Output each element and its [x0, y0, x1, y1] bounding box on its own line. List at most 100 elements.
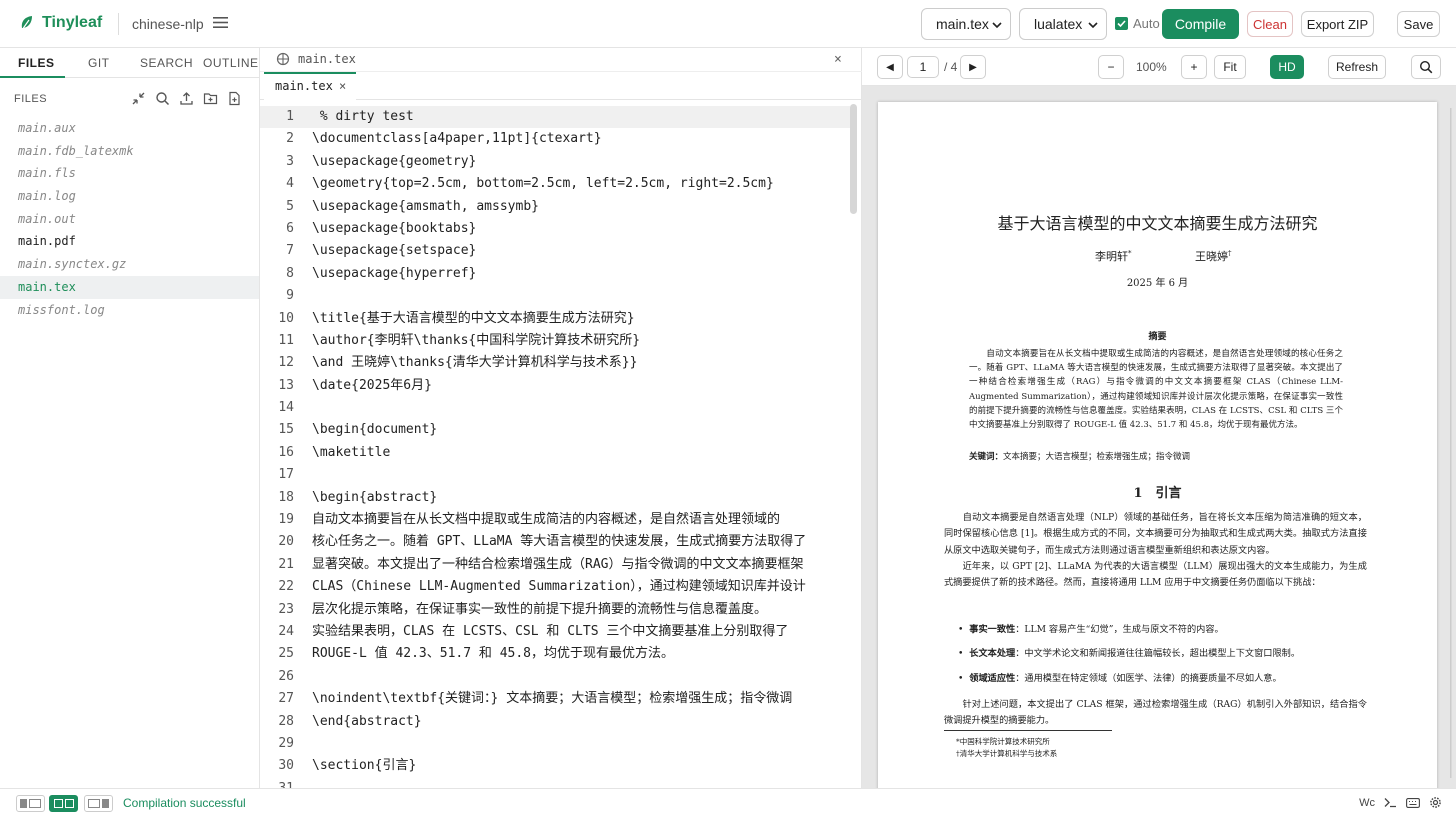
tab-git[interactable]: GIT — [88, 56, 110, 70]
compile-button[interactable]: Compile — [1162, 9, 1239, 39]
close-icon[interactable]: × — [834, 52, 842, 67]
code-line[interactable]: 3 \usepackage{geometry} — [260, 151, 850, 173]
keyboard-icon[interactable] — [1406, 797, 1420, 808]
page-number-input[interactable]: 1 — [907, 56, 939, 78]
gear-icon[interactable] — [1429, 796, 1442, 809]
auto-checkbox[interactable] — [1115, 17, 1128, 30]
auto-compile-toggle[interactable]: Auto — [1115, 16, 1160, 31]
line-number: 28 — [278, 713, 294, 729]
export-zip-button[interactable]: Export ZIP — [1301, 11, 1374, 37]
pdf-date: 2025 年 6 月 — [1126, 278, 1189, 289]
layout-pdf-only-button[interactable] — [84, 795, 113, 812]
code-line[interactable]: 23 层次化提示策略，在保证事实一致性的前提下提升摘要的流畅性与信息覆盖度。 — [260, 599, 850, 621]
code-line[interactable]: 27 \noindent\textbf{关键词：} 文本摘要；大语言模型；检索增强… — [260, 688, 850, 710]
top-bar: Tinyleaf chinese-nlp main.tex lualatex A… — [0, 0, 1456, 48]
hd-toggle[interactable]: HD — [1270, 55, 1304, 79]
line-text: \section{引言} — [312, 758, 417, 774]
code-line[interactable]: 26 — [260, 666, 850, 688]
layout-split-button[interactable] — [49, 795, 78, 812]
code-line[interactable]: 10 \title{基于大语言模型的中文文本摘要生成方法研究} — [260, 308, 850, 330]
code-line[interactable]: 12 \and 王晓婷\thanks{清华大学计算机科学与技术系}} — [260, 352, 850, 374]
file-item[interactable]: main.fdb_latexmk — [0, 140, 259, 163]
code-line[interactable]: 20 核心任务之一。随着 GPT、LLaMA 等大语言模型的快速发展，生成式摘要方… — [260, 531, 850, 553]
engine-select[interactable]: lualatex — [1019, 8, 1107, 40]
collapse-icon[interactable] — [131, 91, 146, 106]
fit-button[interactable]: Fit — [1214, 55, 1246, 79]
code-line[interactable]: 1 % dirty test — [260, 106, 850, 129]
code-line[interactable]: 24 实验结果表明，CLAS 在 LCSTS、CSL 和 CLTS 三个中文摘要基… — [260, 621, 850, 643]
tab-outline[interactable]: OUTLINE — [203, 56, 259, 70]
tab-main-tex[interactable]: main.tex × — [264, 72, 356, 100]
prev-page-button[interactable]: ◀ — [877, 55, 903, 79]
pdf-toolbar: ◀ 1 / 4 ▶ − 100% + Fit HD Refresh — [862, 48, 1456, 86]
code-line[interactable]: 5 \usepackage{amsmath, amssymb} — [260, 196, 850, 218]
code-line[interactable]: 2 \documentclass[a4paper,11pt]{ctexart} — [260, 128, 850, 150]
breadcrumb-file[interactable]: main.tex — [298, 52, 356, 66]
code-line[interactable]: 6 \usepackage{booktabs} — [260, 218, 850, 240]
code-line[interactable]: 31 — [260, 778, 850, 788]
line-number: 29 — [278, 735, 294, 751]
pdf-page[interactable]: 基于大语言模型的中文文本摘要生成方法研究 李明轩* 王晓婷† 2025 年 6 … — [878, 102, 1437, 802]
chevron-down-icon — [992, 20, 1002, 30]
code-line[interactable]: 18 \begin{abstract} — [260, 487, 850, 509]
app-name: Tinyleaf — [42, 14, 103, 31]
save-button[interactable]: Save — [1397, 11, 1440, 37]
upload-icon[interactable] — [179, 91, 194, 106]
author-name: 王晓婷 — [1195, 250, 1228, 263]
file-item[interactable]: main.pdf — [0, 230, 259, 253]
zoom-in-button[interactable]: + — [1181, 55, 1207, 79]
code-line[interactable]: 13 \date{2025年6月} — [260, 375, 850, 397]
code-line[interactable]: 4 \geometry{top=2.5cm, bottom=2.5cm, left… — [260, 173, 850, 195]
file-item[interactable]: main.aux — [0, 117, 259, 140]
code-line[interactable]: 14 — [260, 397, 850, 419]
zoom-out-button[interactable]: − — [1098, 55, 1124, 79]
chevron-down-icon — [1088, 20, 1098, 30]
code-line[interactable]: 21 显著突破。本文提出了一种结合检索增强生成（RAG）与指令微调的中文文本摘要框… — [260, 554, 850, 576]
code-line[interactable]: 22 CLAS（Chinese LLM-Augmented Summarizati… — [260, 576, 850, 598]
code-area[interactable]: 1 % dirty test 2 \documentclass[a4paper,11… — [260, 106, 850, 788]
file-item[interactable]: main.tex — [0, 275, 259, 299]
word-count-button[interactable]: Wc — [1359, 797, 1375, 809]
line-number: 15 — [278, 422, 294, 438]
code-line[interactable]: 8 \usepackage{hyperref} — [260, 263, 850, 285]
layout-editor-only-button[interactable] — [16, 795, 45, 812]
code-line[interactable]: 17 — [260, 464, 850, 486]
close-icon[interactable]: × — [339, 79, 346, 93]
code-line[interactable]: 7 \usepackage{setspace} — [260, 240, 850, 262]
code-line[interactable]: 30 \section{引言} — [260, 755, 850, 777]
tab-search[interactable]: SEARCH — [140, 56, 193, 70]
line-number: 26 — [278, 668, 294, 684]
code-line[interactable]: 9 — [260, 285, 850, 307]
tab-files[interactable]: FILES — [18, 56, 55, 70]
editor-scrollbar[interactable] — [850, 104, 857, 214]
new-folder-icon[interactable] — [203, 91, 218, 106]
search-icon[interactable] — [155, 91, 170, 106]
new-file-icon[interactable] — [227, 91, 242, 106]
file-item[interactable]: main.log — [0, 185, 259, 208]
code-line[interactable]: 28 \end{abstract} — [260, 711, 850, 733]
code-line[interactable]: 25 ROUGE-L 值 42.3、51.7 和 45.8，均优于现有最优方法。 — [260, 643, 850, 665]
line-number: 31 — [260, 778, 294, 788]
code-line[interactable]: 29 — [260, 733, 850, 755]
pdf-bullet: • 事实一致性：LLM 容易产生“幻觉”，生成与原文不符的内容。 — [958, 624, 1224, 635]
terminal-icon[interactable] — [1384, 797, 1397, 808]
code-line[interactable]: 15 \begin{document} — [260, 419, 850, 441]
code-line[interactable]: 19 自动文本摘要旨在从长文档中提取或生成简洁的内容概述，是自然语言处理领域的 — [260, 509, 850, 531]
file-item[interactable]: main.out — [0, 208, 259, 231]
menu-icon[interactable] — [213, 16, 228, 29]
next-page-button[interactable]: ▶ — [960, 55, 986, 79]
engine-select-value: lualatex — [1034, 16, 1083, 32]
file-item[interactable]: main.synctex.gz — [0, 253, 259, 276]
code-line[interactable]: 16 \maketitle — [260, 442, 850, 464]
leaf-icon — [20, 15, 34, 31]
code-line[interactable]: 11 \author{李明轩\thanks{中国科学院计算技术研究所} — [260, 330, 850, 352]
clean-button[interactable]: Clean — [1247, 11, 1293, 37]
refresh-button[interactable]: Refresh — [1328, 55, 1386, 79]
pdf-search-button[interactable] — [1411, 55, 1441, 79]
file-item[interactable]: main.fls — [0, 162, 259, 185]
file-select[interactable]: main.tex — [921, 8, 1011, 40]
app-logo[interactable]: Tinyleaf — [20, 14, 102, 32]
pdf-scrollbar[interactable] — [1448, 102, 1455, 784]
file-item[interactable]: missfont.log — [0, 299, 259, 322]
project-name[interactable]: chinese-nlp — [132, 16, 204, 32]
